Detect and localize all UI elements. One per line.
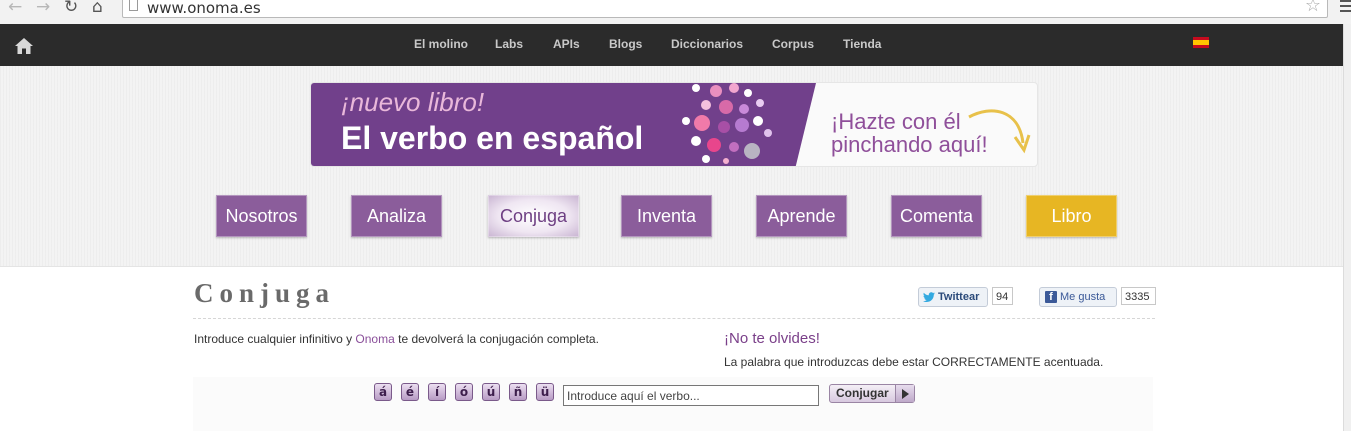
decorative-dots-icon xyxy=(682,83,772,164)
spain-flag-icon[interactable] xyxy=(1193,37,1209,48)
banner-tagline: ¡nuevo libro! xyxy=(341,87,485,117)
conjugar-button-label: Conjugar xyxy=(836,386,889,400)
tab-nosotros[interactable]: Nosotros xyxy=(216,195,307,237)
accent-key-n-tilde[interactable]: ñ xyxy=(509,383,527,401)
topnav-corpus[interactable]: Corpus xyxy=(772,37,814,51)
book-promo-banner[interactable]: ¡nuevo libro! El verbo en español ¡Hazte… xyxy=(310,82,1038,167)
reload-icon[interactable]: ↻ xyxy=(64,0,78,18)
accent-key-i[interactable]: í xyxy=(428,383,446,401)
tab-libro[interactable]: Libro xyxy=(1026,195,1117,237)
browser-toolbar: ← → ↻ ⌂ www.onoma.es ☆ xyxy=(0,0,1351,25)
accent-key-u-dieresis[interactable]: ü xyxy=(536,383,554,401)
verb-input[interactable] xyxy=(563,385,819,406)
intro-brand-name: Onoma xyxy=(355,332,395,346)
topnav-tienda[interactable]: Tienda xyxy=(843,37,881,51)
accent-key-u[interactable]: ú xyxy=(482,383,500,401)
twitter-tweet-button[interactable]: Twittear xyxy=(918,287,988,307)
page-icon xyxy=(129,0,138,11)
banner-title: El verbo en español xyxy=(341,120,644,156)
facebook-count: 3335 xyxy=(1121,287,1156,305)
tab-conjuga[interactable]: Conjuga xyxy=(488,195,579,237)
tab-aprende[interactable]: Aprende xyxy=(756,195,847,237)
conjugar-button[interactable]: Conjugar xyxy=(829,384,915,403)
page-title: Conjuga xyxy=(194,278,336,308)
back-arrow-icon[interactable]: ← xyxy=(8,0,22,18)
top-navigation-bar: El molino Labs APIs Blogs Diccionarios C… xyxy=(0,24,1343,66)
browser-home-icon[interactable]: ⌂ xyxy=(92,0,103,18)
intro-text-start: Introduce cualquier infinitivo y xyxy=(194,332,356,346)
facebook-like-button[interactable]: f Me gusta xyxy=(1039,287,1117,307)
browser-menu-icon[interactable] xyxy=(1340,0,1351,18)
twitter-bird-icon xyxy=(923,292,935,302)
twitter-label: Twittear xyxy=(938,291,980,303)
twitter-count: 94 xyxy=(992,287,1013,305)
forward-arrow-icon[interactable]: → xyxy=(36,0,50,18)
tab-analiza[interactable]: Analiza xyxy=(351,195,442,237)
tab-inventa[interactable]: Inventa xyxy=(621,195,712,237)
top-nav-links: El molino Labs APIs Blogs Diccionarios C… xyxy=(0,24,1343,66)
bookmark-star-icon[interactable]: ☆ xyxy=(1305,0,1321,16)
facebook-logo-icon: f xyxy=(1045,291,1057,303)
topnav-apis[interactable]: APIs xyxy=(553,37,580,51)
dashed-divider xyxy=(193,318,1155,319)
accent-key-a[interactable]: á xyxy=(374,383,392,401)
url-text: www.onoma.es xyxy=(147,0,261,17)
topnav-el-molino[interactable]: El molino xyxy=(414,37,468,51)
topnav-labs[interactable]: Labs xyxy=(495,37,523,51)
intro-text: Introduce cualquier infinitivo y Onoma t… xyxy=(194,332,599,346)
accent-key-o[interactable]: ó xyxy=(455,383,473,401)
facebook-label: Me gusta xyxy=(1060,291,1106,303)
page-scrollbar[interactable] xyxy=(1343,24,1351,431)
reminder-text: La palabra que introduzcas debe estar CO… xyxy=(724,355,1104,369)
play-arrow-icon xyxy=(895,385,914,402)
intro-text-end: te devolverá la conjugación completa. xyxy=(394,332,599,346)
topnav-diccionarios[interactable]: Diccionarios xyxy=(671,37,743,51)
tab-comenta[interactable]: Comenta xyxy=(891,195,982,237)
curved-arrow-icon xyxy=(968,109,1031,154)
topnav-blogs[interactable]: Blogs xyxy=(609,37,642,51)
accent-key-e[interactable]: é xyxy=(401,383,419,401)
reminder-title: ¡No te olvides! xyxy=(724,330,820,347)
address-bar[interactable]: www.onoma.es ☆ xyxy=(122,0,1328,18)
